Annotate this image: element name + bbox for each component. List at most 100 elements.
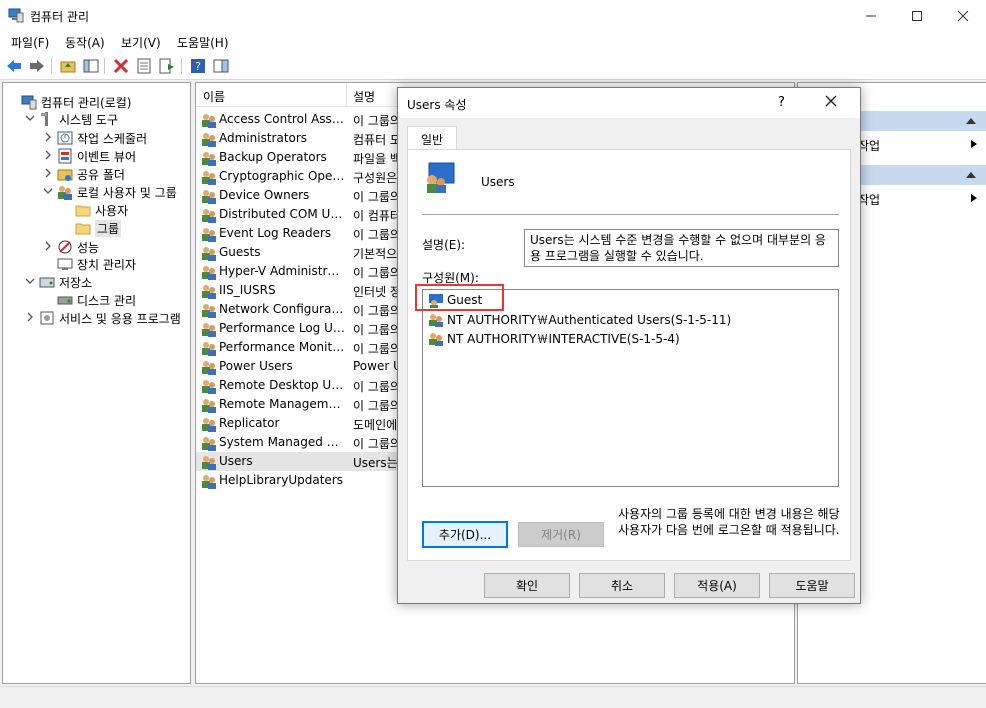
group-name-cell: Remote Desktop Users bbox=[219, 378, 345, 392]
export-list-button[interactable] bbox=[157, 56, 177, 76]
close-button[interactable] bbox=[940, 0, 986, 31]
group-name-cell: Replicator bbox=[219, 416, 280, 430]
menu-file[interactable]: 파일(F) bbox=[11, 34, 49, 51]
membership-note: 사용자의 그룹 등록에 대한 변경 내용은 해당 사용자가 다음 번에 로그온할… bbox=[618, 507, 840, 537]
member-name: NT AUTHORITY￦INTERACTIVE(S-1-5-4) bbox=[447, 331, 680, 346]
description-label: 설명(E): bbox=[422, 238, 466, 252]
toolbar-separator bbox=[181, 58, 182, 74]
group-desc-cell: 이 그룹의 bbox=[353, 114, 401, 128]
group-desc-cell: Users는 bbox=[353, 456, 398, 470]
action-more-2[interactable]: 작업 bbox=[858, 191, 880, 208]
task-scheduler-icon bbox=[57, 131, 73, 145]
tab-general[interactable]: 일반 bbox=[407, 126, 457, 150]
tree-node[interactable]: 장치 관리자 bbox=[42, 255, 136, 273]
group-icon bbox=[202, 456, 216, 470]
help-button[interactable]: 도움말 bbox=[769, 573, 855, 598]
menu-view[interactable]: 보기(V) bbox=[121, 34, 161, 51]
group-desc-cell: 이 그룹의 bbox=[353, 437, 401, 451]
computer-management-icon bbox=[8, 7, 24, 23]
ok-button[interactable]: 확인 bbox=[484, 573, 570, 598]
back-button[interactable] bbox=[4, 56, 24, 76]
console-tree[interactable]: 컴퓨터 관리(로컬) 시스템 도구작업 스케줄러 이벤트 뷰어 공유 폴더 로컬 사용자… bbox=[2, 82, 191, 684]
tree-node[interactable]: 이벤트 뷰어 bbox=[42, 147, 136, 165]
tree-node[interactable]: 그룹 bbox=[60, 219, 122, 237]
add-member-button[interactable]: 추가(D)... bbox=[422, 521, 508, 548]
expanded-chevron-icon[interactable] bbox=[24, 113, 36, 126]
tree-node[interactable]: 시스템 도구 bbox=[24, 110, 118, 128]
group-name-cell: Remote Management... bbox=[219, 397, 345, 411]
maximize-button[interactable] bbox=[894, 0, 940, 31]
show-hide-tree-button[interactable] bbox=[81, 56, 101, 76]
dialog-close-button[interactable] bbox=[824, 94, 838, 111]
forward-button[interactable] bbox=[27, 56, 47, 76]
up-folder-button[interactable] bbox=[58, 56, 78, 76]
event-viewer-icon bbox=[58, 148, 72, 164]
group-desc-cell: 이 그룹의 bbox=[353, 342, 401, 356]
group-icon bbox=[202, 304, 216, 318]
group-desc-cell: 도메인에 bbox=[353, 418, 398, 432]
group-name-cell: Power Users bbox=[219, 359, 293, 373]
group-icon bbox=[202, 209, 216, 223]
description-field[interactable]: Users는 시스템 수준 변경을 수행할 수 없으며 대부분의 응용 프로그램… bbox=[524, 229, 839, 267]
properties-button[interactable] bbox=[134, 56, 154, 76]
group-name-cell: IIS_IUSRS bbox=[219, 283, 276, 297]
remove-member-button[interactable]: 제거(R) bbox=[518, 522, 604, 547]
show-action-pane-button[interactable] bbox=[211, 56, 231, 76]
tree-node-label: 그룹 bbox=[95, 219, 122, 237]
tree-node-label: 시스템 도구 bbox=[59, 112, 119, 127]
group-desc-cell: 이 컴퓨터 bbox=[353, 209, 401, 223]
folder-up-icon bbox=[60, 61, 76, 73]
group-name-cell: Distributed COM Users bbox=[219, 207, 345, 221]
tree-node[interactable]: 사용자 bbox=[60, 201, 128, 219]
group-icon bbox=[202, 171, 216, 185]
collapsed-chevron-icon[interactable] bbox=[42, 241, 54, 254]
tree-node[interactable]: 디스크 관리 bbox=[42, 291, 136, 309]
member-row-authenticated-users[interactable]: NT AUTHORITY￦Authenticated Users(S-1-5-1… bbox=[428, 310, 731, 328]
group-desc-cell: 이 그룹의 bbox=[353, 266, 401, 280]
collapsed-chevron-icon[interactable] bbox=[24, 312, 36, 325]
menu-help[interactable]: 도움말(H) bbox=[177, 34, 229, 51]
tree-node-label: 장치 관리자 bbox=[77, 257, 137, 272]
action-more-1[interactable]: 작업 bbox=[858, 137, 880, 154]
column-desc-header[interactable]: 설명 bbox=[353, 88, 375, 105]
back-arrow-icon bbox=[7, 60, 21, 72]
column-name-header[interactable]: 이름 bbox=[203, 88, 225, 105]
collapsed-chevron-icon[interactable] bbox=[42, 150, 54, 163]
minimize-button[interactable] bbox=[848, 0, 894, 31]
group-name-cell: Guests bbox=[219, 245, 261, 259]
member-row-interactive[interactable]: NT AUTHORITY￦INTERACTIVE(S-1-5-4) bbox=[428, 329, 680, 347]
expanded-chevron-icon[interactable] bbox=[24, 276, 36, 289]
tree-node[interactable]: 컴퓨터 관리(로컬) bbox=[6, 93, 131, 111]
group-desc-cell: Power U bbox=[353, 359, 402, 373]
divider bbox=[422, 214, 839, 215]
forward-arrow-icon bbox=[30, 60, 44, 72]
users-groups-icon bbox=[58, 186, 72, 200]
dialog-help-button[interactable]: ? bbox=[778, 95, 785, 110]
toolbar: ? bbox=[0, 53, 986, 80]
group-icon bbox=[202, 190, 216, 204]
folder-icon bbox=[75, 205, 91, 217]
group-desc-cell: 이 그룹의 bbox=[353, 228, 401, 242]
delete-button[interactable] bbox=[111, 56, 131, 76]
collapsed-chevron-icon[interactable] bbox=[42, 168, 54, 181]
tree-node[interactable]: 저장소 bbox=[24, 273, 92, 291]
group-icon bbox=[202, 247, 216, 261]
tools-icon bbox=[41, 112, 48, 126]
group-desc-cell: 이 그룹의 bbox=[353, 380, 401, 394]
help-toolbar-button[interactable]: ? bbox=[188, 56, 208, 76]
group-name-cell: Backup Operators bbox=[219, 150, 327, 164]
expanded-chevron-icon[interactable] bbox=[42, 186, 54, 199]
group-icon bbox=[202, 285, 216, 299]
storage-icon bbox=[39, 277, 55, 288]
tree-node[interactable]: 로컬 사용자 및 그룹 bbox=[42, 183, 177, 201]
group-desc-cell: 구성원은 bbox=[353, 171, 398, 185]
tree-node[interactable]: 작업 스케줄러 bbox=[42, 129, 147, 147]
apply-button[interactable]: 적용(A) bbox=[674, 573, 760, 598]
tree-node[interactable]: 공유 폴더 bbox=[42, 165, 125, 183]
cancel-button[interactable]: 취소 bbox=[579, 573, 665, 598]
members-list[interactable]: Guest NT AUTHORITY￦Authenticated Users(S… bbox=[422, 289, 839, 487]
collapsed-chevron-icon[interactable] bbox=[42, 132, 54, 145]
tree-node[interactable]: 서비스 및 응용 프로그램 bbox=[24, 309, 181, 327]
menu-action[interactable]: 동작(A) bbox=[65, 34, 105, 51]
tree-node[interactable]: 성능 bbox=[42, 238, 99, 256]
